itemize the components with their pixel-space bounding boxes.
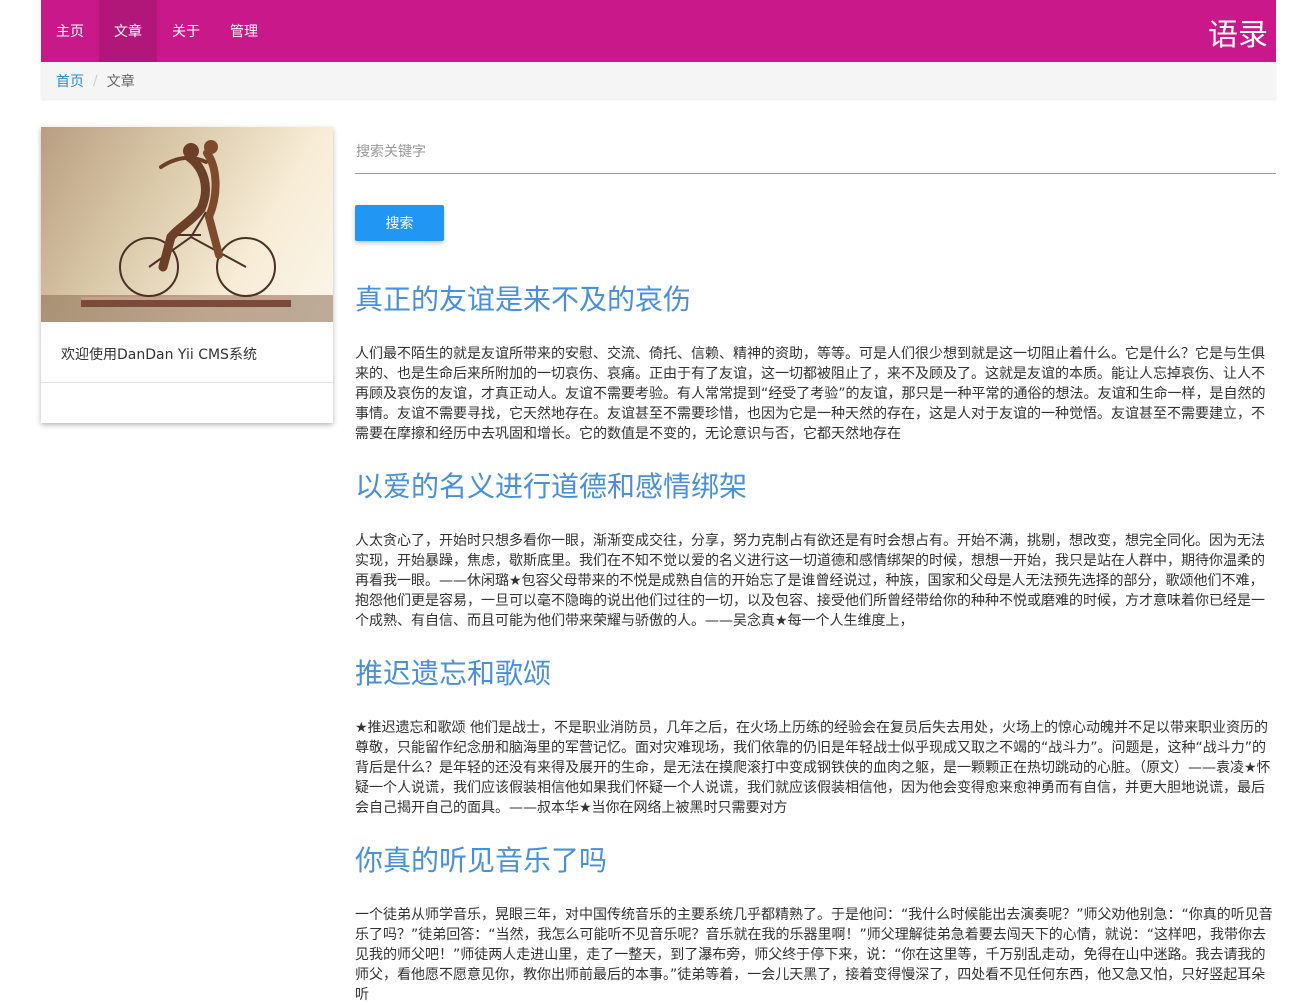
nav-item-about[interactable]: 关于 <box>157 0 215 62</box>
site-brand[interactable]: 语录 <box>1208 10 1268 54</box>
sidebar-card: 欢迎使用DanDan Yii CMS系统 <box>41 127 333 423</box>
article-title-link[interactable]: 推迟遗忘和歌颂 <box>355 656 1276 692</box>
article-item: 你真的听见音乐了吗 一个徒弟从师学音乐，晃眼三年，对中国传统音乐的主要系统几乎都… <box>355 843 1276 1005</box>
article-title-link[interactable]: 以爱的名义进行道德和感情绑架 <box>355 469 1276 505</box>
nav-item-articles[interactable]: 文章 <box>99 0 157 62</box>
article-title-link[interactable]: 你真的听见音乐了吗 <box>355 843 1276 879</box>
search-button[interactable]: 搜索 <box>355 205 444 241</box>
breadcrumb: 首页 / 文章 <box>41 62 1276 99</box>
article-excerpt: 人们最不陌生的就是友谊所带来的安慰、交流、倚托、信赖、精神的资助，等等。可是人们… <box>355 346 1266 442</box>
article-item: 推迟遗忘和歌颂 ★推迟遗忘和歌颂 他们是战士，不是职业消防员，几年之后，在火场上… <box>355 656 1276 818</box>
article-excerpt: ★推迟遗忘和歌颂 他们是战士，不是职业消防员，几年之后，在火场上历练的经验会在复… <box>355 720 1271 816</box>
breadcrumb-current: 文章 <box>106 73 135 90</box>
bicycle-sculpture-image <box>41 127 333 322</box>
welcome-text: 欢迎使用DanDan Yii CMS系统 <box>61 347 257 363</box>
breadcrumb-separator: / <box>93 72 98 89</box>
article-title-link[interactable]: 真正的友谊是来不及的哀伤 <box>355 282 1276 318</box>
card-divider <box>41 382 333 383</box>
nav-item-admin[interactable]: 管理 <box>215 0 273 62</box>
article-excerpt: 一个徒弟从师学音乐，晃眼三年，对中国传统音乐的主要系统几乎都精熟了。于是他问：“… <box>355 907 1273 1003</box>
article-item: 以爱的名义进行道德和感情绑架 人太贪心了，开始时只想多看你一眼，渐渐变成交往，分… <box>355 469 1276 631</box>
top-navbar: 主页 文章 关于 管理 语录 <box>41 0 1276 62</box>
search-input[interactable] <box>355 130 1276 174</box>
sculpture-illustration <box>41 140 333 322</box>
article-item: 真正的友谊是来不及的哀伤 人们最不陌生的就是友谊所带来的安慰、交流、倚托、信赖、… <box>355 282 1276 444</box>
nav-menu: 主页 文章 关于 管理 <box>41 0 273 62</box>
breadcrumb-home-link[interactable]: 首页 <box>56 71 84 91</box>
nav-item-home[interactable]: 主页 <box>41 0 99 62</box>
article-excerpt: 人太贪心了，开始时只想多看你一眼，渐渐变成交往，分享，努力克制占有欲还是有时会想… <box>355 533 1265 629</box>
